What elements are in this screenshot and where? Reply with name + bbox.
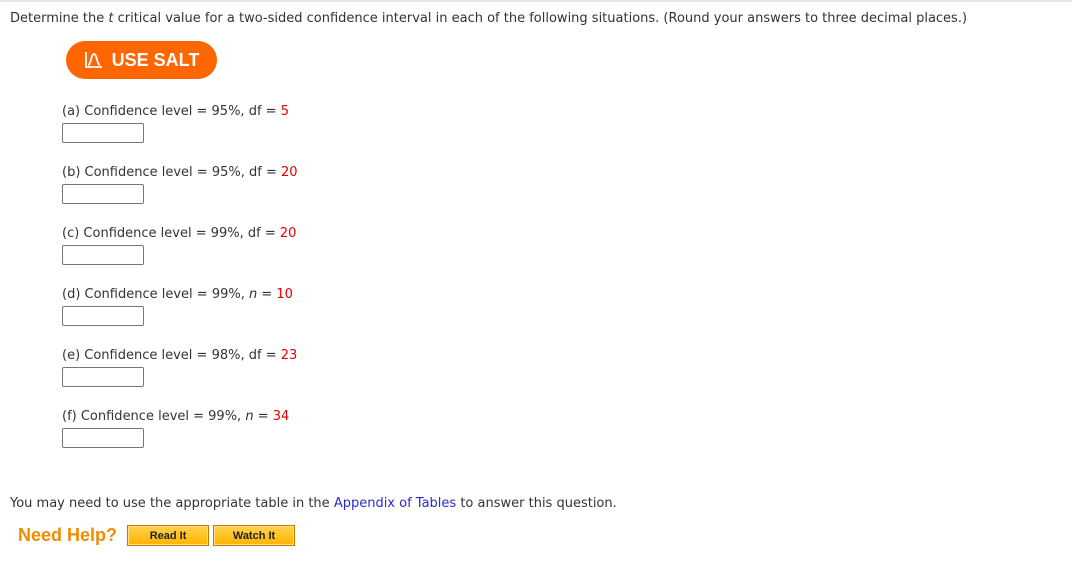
part-c: (c) Confidence level = 99%, df = 20 bbox=[62, 226, 296, 265]
answer-input-a[interactable] bbox=[62, 123, 144, 143]
use-salt-button[interactable]: USE SALT bbox=[66, 41, 217, 79]
part-b: (b) Confidence level = 95%, df = 20 bbox=[62, 165, 298, 204]
watch-it-button[interactable]: Watch It bbox=[213, 525, 296, 546]
need-help-bar: Need Help? Read It Watch It bbox=[18, 525, 299, 546]
read-it-button[interactable]: Read It bbox=[127, 525, 210, 546]
part-label: (d) Confidence level = 99%, n = 10 bbox=[62, 287, 293, 302]
salt-curve-icon bbox=[84, 52, 102, 68]
prompt-text-rest: critical value for a two-sided confidenc… bbox=[113, 11, 968, 26]
part-label: (b) Confidence level = 95%, df = 20 bbox=[62, 165, 298, 180]
answer-input-c[interactable] bbox=[62, 245, 144, 265]
given-value: 20 bbox=[279, 226, 297, 241]
answer-input-e[interactable] bbox=[62, 367, 144, 387]
given-value: 5 bbox=[280, 104, 289, 119]
top-divider bbox=[0, 0, 1072, 2]
answer-input-f[interactable] bbox=[62, 428, 144, 448]
appendix-of-tables-link[interactable]: Appendix of Tables bbox=[334, 496, 456, 511]
part-d: (d) Confidence level = 99%, n = 10 bbox=[62, 287, 293, 326]
given-value: 34 bbox=[272, 409, 290, 424]
part-label: (e) Confidence level = 98%, df = 23 bbox=[62, 348, 298, 363]
prompt-text: Determine the bbox=[10, 11, 109, 26]
answer-input-d[interactable] bbox=[62, 306, 144, 326]
question-prompt: Determine the t critical value for a two… bbox=[10, 11, 967, 26]
given-value: 23 bbox=[280, 348, 298, 363]
part-e: (e) Confidence level = 98%, df = 23 bbox=[62, 348, 297, 387]
given-value: 10 bbox=[276, 287, 293, 302]
need-help-label: Need Help? bbox=[18, 525, 118, 545]
part-label: (c) Confidence level = 99%, df = 20 bbox=[62, 226, 297, 241]
part-f: (f) Confidence level = 99%, n = 34 bbox=[62, 409, 289, 448]
part-label: (f) Confidence level = 99%, n = 34 bbox=[62, 409, 290, 424]
appendix-note: You may need to use the appropriate tabl… bbox=[10, 496, 617, 511]
given-value: 20 bbox=[281, 165, 298, 180]
answer-input-b[interactable] bbox=[62, 184, 144, 204]
use-salt-label: USE SALT bbox=[111, 49, 200, 70]
part-a: (a) Confidence level = 95%, df = 5 bbox=[62, 104, 289, 143]
part-label: (a) Confidence level = 95%, df = 5 bbox=[62, 104, 289, 119]
